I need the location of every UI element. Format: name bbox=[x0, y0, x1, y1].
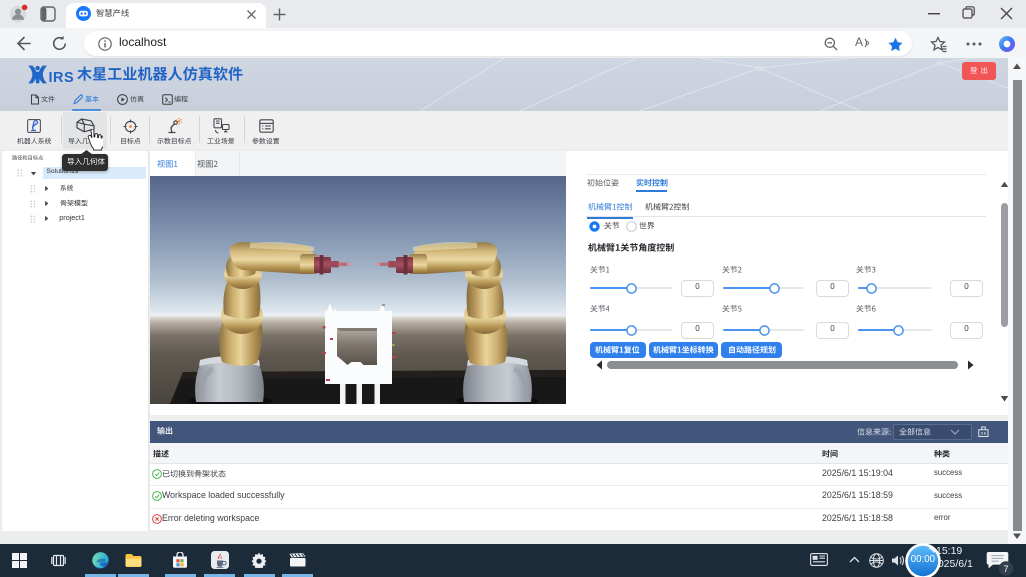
svg-text:7: 7 bbox=[1003, 564, 1008, 574]
svg-text:IRS: IRS bbox=[49, 70, 75, 84]
